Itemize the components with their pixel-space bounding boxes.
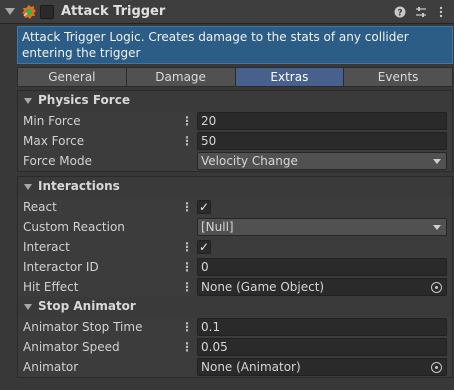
dropdown-value: [Null] xyxy=(201,220,234,234)
interactor-id-field[interactable]: 0 xyxy=(197,258,447,276)
dropdown-arrow-icon xyxy=(433,159,441,164)
interactions-group: Interactions React ⋮ ✓ Custom Reaction [… xyxy=(17,176,453,378)
svg-text:?: ? xyxy=(397,9,402,19)
dropdown-arrow-icon xyxy=(433,225,441,230)
field-menu-icon[interactable]: ⋮ xyxy=(181,339,193,355)
object-field-value: None (Game Object) xyxy=(201,280,325,294)
react-checkbox[interactable]: ✓ xyxy=(197,200,211,214)
foldout-arrow-icon xyxy=(24,184,32,190)
tab-extras[interactable]: Extras xyxy=(234,67,345,87)
field-label: Animator Stop Time xyxy=(23,320,143,334)
component-header: Attack Trigger ? xyxy=(0,0,454,24)
help-icon[interactable]: ? xyxy=(393,4,407,20)
animator-stop-time-field[interactable]: 0.1 xyxy=(197,318,447,336)
tab-general[interactable]: General xyxy=(17,67,127,87)
object-picker-icon[interactable] xyxy=(431,282,442,293)
interactor-id-row: Interactor ID ⋮ 0 xyxy=(18,257,452,277)
animator-stop-time-row: Animator Stop Time ⋮ 0.1 xyxy=(18,317,452,337)
hit-effect-row: Hit Effect ⋮ None (Game Object) xyxy=(18,277,452,297)
hit-effect-object-field[interactable]: None (Game Object) xyxy=(197,278,447,296)
field-menu-icon[interactable]: ⋮ xyxy=(181,113,193,129)
object-picker-icon[interactable] xyxy=(431,362,442,373)
field-label: Custom Reaction xyxy=(23,220,125,234)
tab-events[interactable]: Events xyxy=(343,67,453,87)
component-enable-checkbox[interactable] xyxy=(40,5,54,19)
min-force-field[interactable]: 20 xyxy=(197,112,447,130)
dropdown-value: Velocity Change xyxy=(201,154,298,168)
tab-bar: General Damage Extras Events xyxy=(17,67,453,87)
more-icon[interactable] xyxy=(434,4,448,20)
react-row: React ⋮ ✓ xyxy=(18,197,452,217)
info-box: Attack Trigger Logic. Creates damage to … xyxy=(17,26,453,64)
field-label: React xyxy=(23,200,57,214)
foldout-arrow-icon xyxy=(24,304,32,310)
script-icon xyxy=(22,5,36,19)
field-label: Animator Speed xyxy=(23,340,120,354)
interact-row: Interact ⋮ ✓ xyxy=(18,237,452,257)
field-menu-icon[interactable]: ⋮ xyxy=(181,133,193,149)
animator-speed-field[interactable]: 0.05 xyxy=(197,338,447,356)
min-force-row: Min Force ⋮ 20 xyxy=(18,111,452,131)
animator-speed-row: Animator Speed ⋮ 0.05 xyxy=(18,337,452,357)
interact-checkbox[interactable]: ✓ xyxy=(197,240,211,254)
field-menu-icon[interactable]: ⋮ xyxy=(181,319,193,335)
tab-damage[interactable]: Damage xyxy=(125,67,236,87)
field-menu-icon[interactable]: ⋮ xyxy=(181,259,193,275)
group-title: Physics Force xyxy=(38,93,130,107)
custom-reaction-dropdown[interactable]: [Null] xyxy=(197,218,447,236)
group-title: Interactions xyxy=(38,179,120,193)
max-force-row: Max Force ⋮ 50 xyxy=(18,131,452,151)
field-menu-icon[interactable]: ⋮ xyxy=(181,239,193,255)
field-menu-icon[interactable]: ⋮ xyxy=(181,199,193,215)
field-label: Force Mode xyxy=(23,154,92,168)
physics-force-header[interactable]: Physics Force xyxy=(18,91,452,111)
component-title: Attack Trigger xyxy=(61,4,166,19)
force-mode-row: Force Mode Velocity Change xyxy=(18,151,452,171)
max-force-field[interactable]: 50 xyxy=(197,132,447,150)
field-label: Hit Effect xyxy=(23,280,79,294)
field-label: Min Force xyxy=(23,114,81,128)
interactions-header[interactable]: Interactions xyxy=(18,177,452,197)
field-label: Interact xyxy=(23,240,70,254)
animator-object-field[interactable]: None (Animator) xyxy=(197,358,447,376)
field-label: Animator xyxy=(23,360,79,374)
group-title: Stop Animator xyxy=(38,299,136,313)
physics-force-group: Physics Force Min Force ⋮ 20 Max Force ⋮… xyxy=(17,90,453,172)
field-label: Max Force xyxy=(23,134,85,148)
object-field-value: None (Animator) xyxy=(201,360,301,374)
field-label: Interactor ID xyxy=(23,260,99,274)
force-mode-dropdown[interactable]: Velocity Change xyxy=(197,152,447,170)
foldout-arrow-icon xyxy=(24,98,32,104)
fold-triangle-icon[interactable] xyxy=(5,8,15,15)
custom-reaction-row: Custom Reaction [Null] xyxy=(18,217,452,237)
field-menu-icon[interactable]: ⋮ xyxy=(181,279,193,295)
preset-icon[interactable] xyxy=(414,4,428,20)
animator-row: Animator None (Animator) xyxy=(18,357,452,377)
stop-animator-header[interactable]: Stop Animator xyxy=(18,297,452,317)
